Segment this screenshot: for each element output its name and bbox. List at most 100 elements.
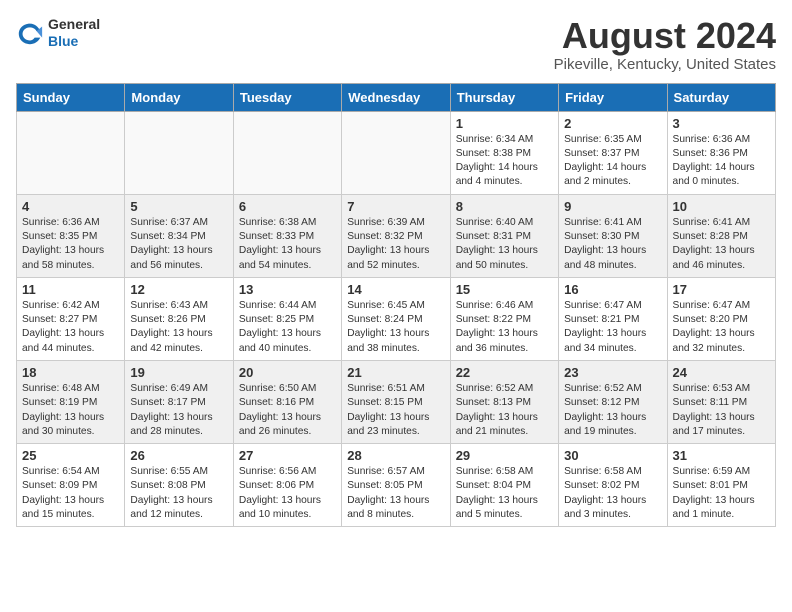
day-cell-8: 8Sunrise: 6:40 AM Sunset: 8:31 PM Daylig… [450, 194, 558, 277]
day-cell-22: 22 Sunrise: 6:52 AM Sunset: 8:13 PM Dayli… [450, 360, 558, 443]
day-number: 25 [22, 448, 119, 463]
day-cell-10: 10 Sunrise: 6:41 AM Sunset: 8:28 PM Dayli… [667, 194, 775, 277]
day-cell-5: 5 Sunrise: 6:37 AM Sunset: 8:34 PM Daylig… [125, 194, 233, 277]
day-info: Sunrise: 6:47 AM Sunset: 8:21 PM Dayligh… [564, 299, 661, 356]
week-row-1: 1Sunrise: 6:34 AM Sunset: 8:38 PM Daylig… [17, 111, 776, 194]
day-cell-9: 9 Sunrise: 6:41 AM Sunset: 8:30 PM Daylig… [559, 194, 667, 277]
day-cell-25: 25 Sunrise: 6:54 AM Sunset: 8:09 PM Dayli… [17, 444, 125, 527]
day-info: Sunrise: 6:44 AM Sunset: 8:25 PM Dayligh… [239, 299, 336, 356]
day-info: Sunrise: 6:51 AM Sunset: 8:15 PM Dayligh… [347, 382, 444, 439]
week-row-4: 18Sunrise: 6:48 AM Sunset: 8:19 PM Dayli… [17, 360, 776, 443]
day-number: 30 [564, 448, 661, 463]
day-cell-15: 15 Sunrise: 6:46 AM Sunset: 8:22 PM Dayli… [450, 277, 558, 360]
day-cell-4: 4Sunrise: 6:36 AM Sunset: 8:35 PM Daylig… [17, 194, 125, 277]
day-number: 19 [130, 365, 227, 380]
calendar-subtitle: Pikeville, Kentucky, United States [554, 56, 776, 73]
day-number: 1 [456, 116, 553, 131]
day-number: 4 [22, 199, 119, 214]
day-number: 22 [456, 365, 553, 380]
empty-cell [233, 111, 341, 194]
day-cell-7: 7 Sunrise: 6:39 AM Sunset: 8:32 PM Daylig… [342, 194, 450, 277]
day-header-thursday: Thursday [450, 83, 558, 111]
logo-text: General Blue [48, 16, 100, 50]
header: General Blue August 2024 Pikeville, Kent… [16, 16, 776, 73]
day-info: Sunrise: 6:54 AM Sunset: 8:09 PM Dayligh… [22, 465, 119, 522]
day-info: Sunrise: 6:58 AM Sunset: 8:02 PM Dayligh… [564, 465, 661, 522]
day-header-friday: Friday [559, 83, 667, 111]
day-cell-13: 13 Sunrise: 6:44 AM Sunset: 8:25 PM Dayli… [233, 277, 341, 360]
day-cell-14: 14Sunrise: 6:45 AM Sunset: 8:24 PM Dayli… [342, 277, 450, 360]
day-number: 18 [22, 365, 119, 380]
day-number: 26 [130, 448, 227, 463]
day-cell-6: 6 Sunrise: 6:38 AM Sunset: 8:33 PM Daylig… [233, 194, 341, 277]
day-number: 21 [347, 365, 444, 380]
calendar-title: August 2024 [554, 16, 776, 56]
day-cell-16: 16 Sunrise: 6:47 AM Sunset: 8:21 PM Dayli… [559, 277, 667, 360]
logo-icon [16, 19, 44, 47]
day-info: Sunrise: 6:59 AM Sunset: 8:01 PM Dayligh… [673, 465, 770, 522]
day-number: 24 [673, 365, 770, 380]
day-info: Sunrise: 6:49 AM Sunset: 8:17 PM Dayligh… [130, 382, 227, 439]
day-number: 14 [347, 282, 444, 297]
title-area: August 2024 Pikeville, Kentucky, United … [554, 16, 776, 73]
day-info: Sunrise: 6:41 AM Sunset: 8:28 PM Dayligh… [673, 216, 770, 273]
day-info: Sunrise: 6:36 AM Sunset: 8:36 PM Dayligh… [673, 133, 770, 190]
day-number: 16 [564, 282, 661, 297]
day-cell-18: 18Sunrise: 6:48 AM Sunset: 8:19 PM Dayli… [17, 360, 125, 443]
empty-cell [125, 111, 233, 194]
week-row-3: 11 Sunrise: 6:42 AM Sunset: 8:27 PM Dayli… [17, 277, 776, 360]
day-number: 6 [239, 199, 336, 214]
day-cell-23: 23 Sunrise: 6:52 AM Sunset: 8:12 PM Dayli… [559, 360, 667, 443]
day-info: Sunrise: 6:42 AM Sunset: 8:27 PM Dayligh… [22, 299, 119, 356]
day-cell-2: 2 Sunrise: 6:35 AM Sunset: 8:37 PM Daylig… [559, 111, 667, 194]
day-info: Sunrise: 6:57 AM Sunset: 8:05 PM Dayligh… [347, 465, 444, 522]
day-header-sunday: Sunday [17, 83, 125, 111]
day-info: Sunrise: 6:56 AM Sunset: 8:06 PM Dayligh… [239, 465, 336, 522]
day-info: Sunrise: 6:52 AM Sunset: 8:13 PM Dayligh… [456, 382, 553, 439]
day-number: 12 [130, 282, 227, 297]
day-info: Sunrise: 6:55 AM Sunset: 8:08 PM Dayligh… [130, 465, 227, 522]
day-info: Sunrise: 6:38 AM Sunset: 8:33 PM Dayligh… [239, 216, 336, 273]
day-cell-19: 19 Sunrise: 6:49 AM Sunset: 8:17 PM Dayli… [125, 360, 233, 443]
day-number: 27 [239, 448, 336, 463]
day-number: 31 [673, 448, 770, 463]
day-info: Sunrise: 6:41 AM Sunset: 8:30 PM Dayligh… [564, 216, 661, 273]
day-number: 20 [239, 365, 336, 380]
day-cell-24: 24 Sunrise: 6:53 AM Sunset: 8:11 PM Dayli… [667, 360, 775, 443]
day-header-tuesday: Tuesday [233, 83, 341, 111]
day-info: Sunrise: 6:53 AM Sunset: 8:11 PM Dayligh… [673, 382, 770, 439]
day-number: 7 [347, 199, 444, 214]
day-cell-20: 20 Sunrise: 6:50 AM Sunset: 8:16 PM Dayli… [233, 360, 341, 443]
day-number: 9 [564, 199, 661, 214]
day-info: Sunrise: 6:52 AM Sunset: 8:12 PM Dayligh… [564, 382, 661, 439]
day-info: Sunrise: 6:43 AM Sunset: 8:26 PM Dayligh… [130, 299, 227, 356]
calendar-table: SundayMondayTuesdayWednesdayThursdayFrid… [16, 83, 776, 528]
day-cell-11: 11 Sunrise: 6:42 AM Sunset: 8:27 PM Dayli… [17, 277, 125, 360]
days-header-row: SundayMondayTuesdayWednesdayThursdayFrid… [17, 83, 776, 111]
day-info: Sunrise: 6:37 AM Sunset: 8:34 PM Dayligh… [130, 216, 227, 273]
day-info: Sunrise: 6:47 AM Sunset: 8:20 PM Dayligh… [673, 299, 770, 356]
day-number: 29 [456, 448, 553, 463]
day-number: 10 [673, 199, 770, 214]
day-cell-30: 30 Sunrise: 6:58 AM Sunset: 8:02 PM Dayli… [559, 444, 667, 527]
week-row-2: 4Sunrise: 6:36 AM Sunset: 8:35 PM Daylig… [17, 194, 776, 277]
day-cell-27: 27 Sunrise: 6:56 AM Sunset: 8:06 PM Dayli… [233, 444, 341, 527]
day-number: 15 [456, 282, 553, 297]
day-number: 17 [673, 282, 770, 297]
day-number: 23 [564, 365, 661, 380]
day-cell-1: 1Sunrise: 6:34 AM Sunset: 8:38 PM Daylig… [450, 111, 558, 194]
day-number: 2 [564, 116, 661, 131]
week-row-5: 25 Sunrise: 6:54 AM Sunset: 8:09 PM Dayli… [17, 444, 776, 527]
day-number: 5 [130, 199, 227, 214]
day-number: 28 [347, 448, 444, 463]
day-info: Sunrise: 6:50 AM Sunset: 8:16 PM Dayligh… [239, 382, 336, 439]
day-number: 11 [22, 282, 119, 297]
day-info: Sunrise: 6:35 AM Sunset: 8:37 PM Dayligh… [564, 133, 661, 190]
day-info: Sunrise: 6:58 AM Sunset: 8:04 PM Dayligh… [456, 465, 553, 522]
day-cell-29: 29 Sunrise: 6:58 AM Sunset: 8:04 PM Dayli… [450, 444, 558, 527]
day-header-monday: Monday [125, 83, 233, 111]
day-header-saturday: Saturday [667, 83, 775, 111]
day-number: 13 [239, 282, 336, 297]
day-info: Sunrise: 6:39 AM Sunset: 8:32 PM Dayligh… [347, 216, 444, 273]
day-info: Sunrise: 6:46 AM Sunset: 8:22 PM Dayligh… [456, 299, 553, 356]
